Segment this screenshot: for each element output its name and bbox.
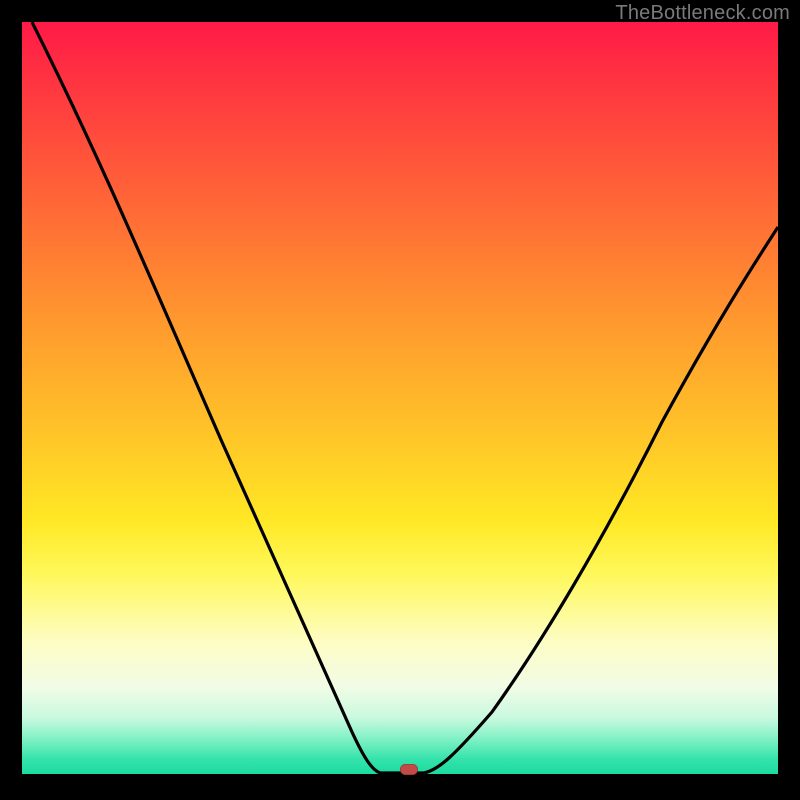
chart-frame: TheBottleneck.com [0, 0, 800, 800]
optimal-point-marker [400, 764, 418, 775]
curve-left-branch [32, 22, 424, 773]
watermark-text: TheBottleneck.com [615, 2, 790, 25]
plot-area [22, 22, 778, 778]
bottleneck-curve [22, 22, 778, 778]
curve-right-branch [424, 227, 778, 773]
